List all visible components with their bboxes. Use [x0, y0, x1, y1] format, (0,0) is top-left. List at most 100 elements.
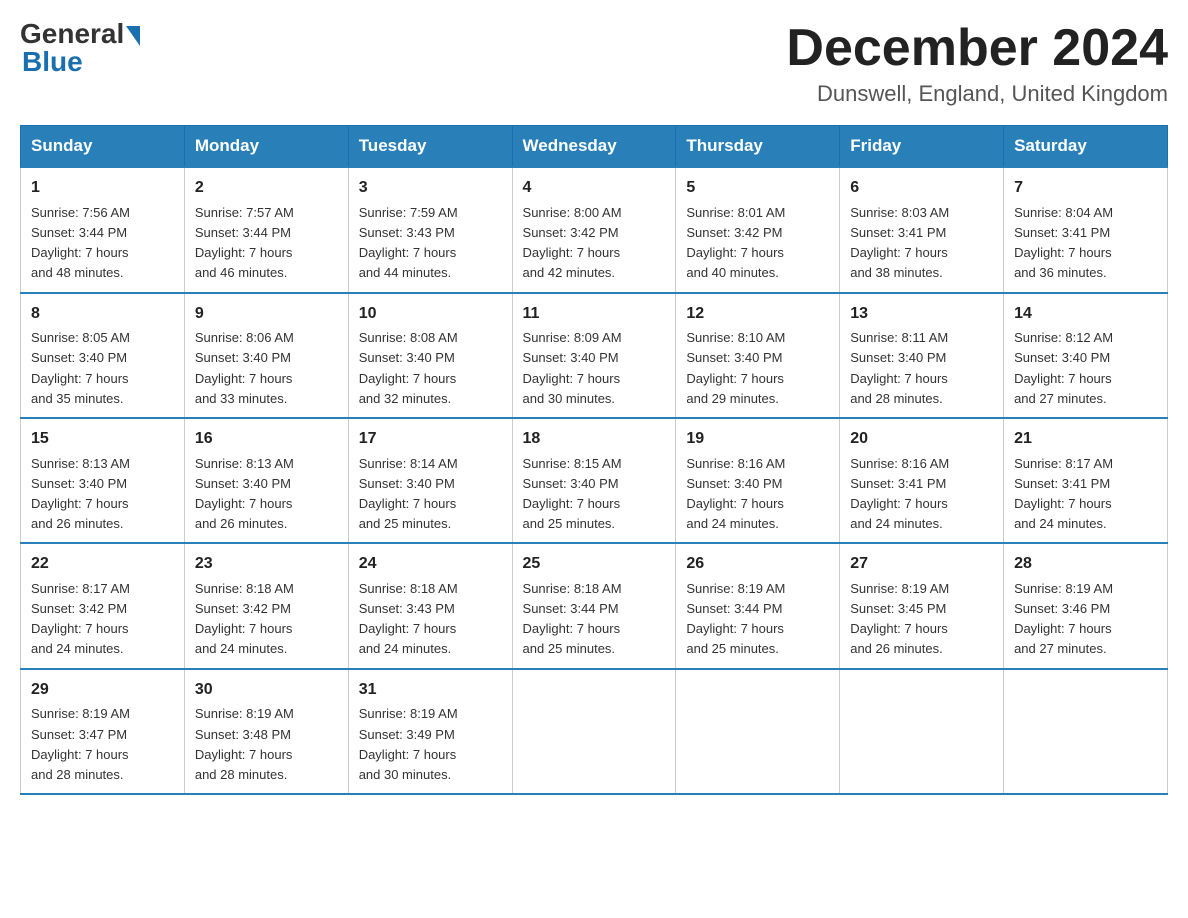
day-number-2: 2	[195, 176, 338, 201]
calendar-day-28: 28Sunrise: 8:19 AMSunset: 3:46 PMDayligh…	[1004, 543, 1168, 668]
calendar-day-6: 6Sunrise: 8:03 AMSunset: 3:41 PMDaylight…	[840, 167, 1004, 292]
day-info-9: Sunrise: 8:06 AMSunset: 3:40 PMDaylight:…	[195, 328, 338, 409]
day-info-25: Sunrise: 8:18 AMSunset: 3:44 PMDaylight:…	[523, 579, 666, 660]
day-info-6: Sunrise: 8:03 AMSunset: 3:41 PMDaylight:…	[850, 203, 993, 284]
day-number-13: 13	[850, 302, 993, 327]
day-info-19: Sunrise: 8:16 AMSunset: 3:40 PMDaylight:…	[686, 454, 829, 535]
day-info-2: Sunrise: 7:57 AMSunset: 3:44 PMDaylight:…	[195, 203, 338, 284]
calendar-day-29: 29Sunrise: 8:19 AMSunset: 3:47 PMDayligh…	[21, 669, 185, 794]
day-info-24: Sunrise: 8:18 AMSunset: 3:43 PMDaylight:…	[359, 579, 502, 660]
col-header-friday: Friday	[840, 126, 1004, 168]
calendar-day-27: 27Sunrise: 8:19 AMSunset: 3:45 PMDayligh…	[840, 543, 1004, 668]
day-info-10: Sunrise: 8:08 AMSunset: 3:40 PMDaylight:…	[359, 328, 502, 409]
calendar-day-5: 5Sunrise: 8:01 AMSunset: 3:42 PMDaylight…	[676, 167, 840, 292]
logo-general-text: General	[20, 20, 124, 48]
calendar-day-19: 19Sunrise: 8:16 AMSunset: 3:40 PMDayligh…	[676, 418, 840, 543]
calendar-day-3: 3Sunrise: 7:59 AMSunset: 3:43 PMDaylight…	[348, 167, 512, 292]
day-info-27: Sunrise: 8:19 AMSunset: 3:45 PMDaylight:…	[850, 579, 993, 660]
day-number-7: 7	[1014, 176, 1157, 201]
calendar-day-31: 31Sunrise: 8:19 AMSunset: 3:49 PMDayligh…	[348, 669, 512, 794]
calendar-day-4: 4Sunrise: 8:00 AMSunset: 3:42 PMDaylight…	[512, 167, 676, 292]
day-number-26: 26	[686, 552, 829, 577]
calendar-day-18: 18Sunrise: 8:15 AMSunset: 3:40 PMDayligh…	[512, 418, 676, 543]
day-number-9: 9	[195, 302, 338, 327]
calendar-day-21: 21Sunrise: 8:17 AMSunset: 3:41 PMDayligh…	[1004, 418, 1168, 543]
empty-cell	[1004, 669, 1168, 794]
day-info-21: Sunrise: 8:17 AMSunset: 3:41 PMDaylight:…	[1014, 454, 1157, 535]
calendar-day-10: 10Sunrise: 8:08 AMSunset: 3:40 PMDayligh…	[348, 293, 512, 418]
calendar-day-22: 22Sunrise: 8:17 AMSunset: 3:42 PMDayligh…	[21, 543, 185, 668]
calendar-day-25: 25Sunrise: 8:18 AMSunset: 3:44 PMDayligh…	[512, 543, 676, 668]
calendar-day-17: 17Sunrise: 8:14 AMSunset: 3:40 PMDayligh…	[348, 418, 512, 543]
day-info-5: Sunrise: 8:01 AMSunset: 3:42 PMDaylight:…	[686, 203, 829, 284]
calendar-day-2: 2Sunrise: 7:57 AMSunset: 3:44 PMDaylight…	[184, 167, 348, 292]
day-number-14: 14	[1014, 302, 1157, 327]
day-info-23: Sunrise: 8:18 AMSunset: 3:42 PMDaylight:…	[195, 579, 338, 660]
col-header-saturday: Saturday	[1004, 126, 1168, 168]
day-info-1: Sunrise: 7:56 AMSunset: 3:44 PMDaylight:…	[31, 203, 174, 284]
day-info-26: Sunrise: 8:19 AMSunset: 3:44 PMDaylight:…	[686, 579, 829, 660]
day-info-15: Sunrise: 8:13 AMSunset: 3:40 PMDaylight:…	[31, 454, 174, 535]
day-number-28: 28	[1014, 552, 1157, 577]
calendar-day-16: 16Sunrise: 8:13 AMSunset: 3:40 PMDayligh…	[184, 418, 348, 543]
day-info-12: Sunrise: 8:10 AMSunset: 3:40 PMDaylight:…	[686, 328, 829, 409]
calendar-day-20: 20Sunrise: 8:16 AMSunset: 3:41 PMDayligh…	[840, 418, 1004, 543]
day-number-16: 16	[195, 427, 338, 452]
calendar-day-11: 11Sunrise: 8:09 AMSunset: 3:40 PMDayligh…	[512, 293, 676, 418]
calendar-day-24: 24Sunrise: 8:18 AMSunset: 3:43 PMDayligh…	[348, 543, 512, 668]
day-info-7: Sunrise: 8:04 AMSunset: 3:41 PMDaylight:…	[1014, 203, 1157, 284]
calendar-day-15: 15Sunrise: 8:13 AMSunset: 3:40 PMDayligh…	[21, 418, 185, 543]
empty-cell	[512, 669, 676, 794]
calendar-week-2: 8Sunrise: 8:05 AMSunset: 3:40 PMDaylight…	[21, 293, 1168, 418]
day-number-5: 5	[686, 176, 829, 201]
calendar-day-13: 13Sunrise: 8:11 AMSunset: 3:40 PMDayligh…	[840, 293, 1004, 418]
day-info-31: Sunrise: 8:19 AMSunset: 3:49 PMDaylight:…	[359, 704, 502, 785]
calendar-day-26: 26Sunrise: 8:19 AMSunset: 3:44 PMDayligh…	[676, 543, 840, 668]
col-header-sunday: Sunday	[21, 126, 185, 168]
day-number-22: 22	[31, 552, 174, 577]
day-number-23: 23	[195, 552, 338, 577]
location: Dunswell, England, United Kingdom	[786, 81, 1168, 107]
col-header-tuesday: Tuesday	[348, 126, 512, 168]
calendar-week-3: 15Sunrise: 8:13 AMSunset: 3:40 PMDayligh…	[21, 418, 1168, 543]
day-number-21: 21	[1014, 427, 1157, 452]
day-number-18: 18	[523, 427, 666, 452]
day-number-20: 20	[850, 427, 993, 452]
page-header: General Blue December 2024 Dunswell, Eng…	[20, 20, 1168, 107]
day-number-27: 27	[850, 552, 993, 577]
col-header-monday: Monday	[184, 126, 348, 168]
calendar-day-7: 7Sunrise: 8:04 AMSunset: 3:41 PMDaylight…	[1004, 167, 1168, 292]
day-info-22: Sunrise: 8:17 AMSunset: 3:42 PMDaylight:…	[31, 579, 174, 660]
calendar-day-9: 9Sunrise: 8:06 AMSunset: 3:40 PMDaylight…	[184, 293, 348, 418]
day-number-15: 15	[31, 427, 174, 452]
day-number-3: 3	[359, 176, 502, 201]
day-number-29: 29	[31, 678, 174, 703]
calendar-header-row: SundayMondayTuesdayWednesdayThursdayFrid…	[21, 126, 1168, 168]
empty-cell	[840, 669, 1004, 794]
calendar-day-30: 30Sunrise: 8:19 AMSunset: 3:48 PMDayligh…	[184, 669, 348, 794]
title-section: December 2024 Dunswell, England, United …	[786, 20, 1168, 107]
calendar-week-1: 1Sunrise: 7:56 AMSunset: 3:44 PMDaylight…	[21, 167, 1168, 292]
logo: General Blue	[20, 20, 140, 78]
day-number-19: 19	[686, 427, 829, 452]
day-info-4: Sunrise: 8:00 AMSunset: 3:42 PMDaylight:…	[523, 203, 666, 284]
day-number-11: 11	[523, 302, 666, 327]
day-info-14: Sunrise: 8:12 AMSunset: 3:40 PMDaylight:…	[1014, 328, 1157, 409]
day-number-17: 17	[359, 427, 502, 452]
col-header-wednesday: Wednesday	[512, 126, 676, 168]
calendar-week-4: 22Sunrise: 8:17 AMSunset: 3:42 PMDayligh…	[21, 543, 1168, 668]
day-info-16: Sunrise: 8:13 AMSunset: 3:40 PMDaylight:…	[195, 454, 338, 535]
day-number-25: 25	[523, 552, 666, 577]
day-number-24: 24	[359, 552, 502, 577]
day-number-8: 8	[31, 302, 174, 327]
day-info-13: Sunrise: 8:11 AMSunset: 3:40 PMDaylight:…	[850, 328, 993, 409]
month-title: December 2024	[786, 20, 1168, 77]
logo-arrow-icon	[126, 26, 140, 46]
day-number-10: 10	[359, 302, 502, 327]
day-number-6: 6	[850, 176, 993, 201]
calendar-day-8: 8Sunrise: 8:05 AMSunset: 3:40 PMDaylight…	[21, 293, 185, 418]
empty-cell	[676, 669, 840, 794]
day-info-18: Sunrise: 8:15 AMSunset: 3:40 PMDaylight:…	[523, 454, 666, 535]
calendar-day-1: 1Sunrise: 7:56 AMSunset: 3:44 PMDaylight…	[21, 167, 185, 292]
day-number-31: 31	[359, 678, 502, 703]
